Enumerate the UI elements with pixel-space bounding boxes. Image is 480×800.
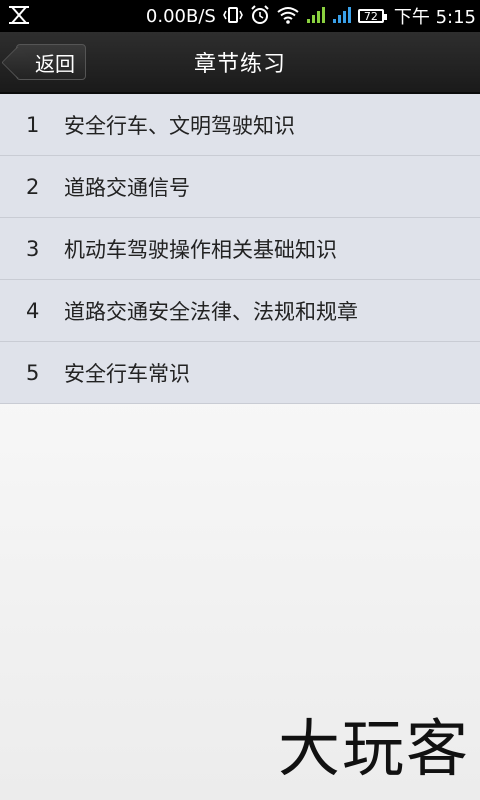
signal-icon-1 xyxy=(306,6,326,27)
signal-icon-2 xyxy=(332,6,352,27)
chapter-item-5[interactable]: 5 安全行车常识 xyxy=(0,342,480,404)
chapter-title: 安全行车常识 xyxy=(64,361,190,386)
watermark-logo: 大玩客 xyxy=(277,712,470,785)
chapter-item-3[interactable]: 3 机动车驾驶操作相关基础知识 xyxy=(0,218,480,280)
chapter-title: 道路交通信号 xyxy=(64,175,190,200)
chapter-number: 3 xyxy=(26,236,40,261)
chapter-number: 1 xyxy=(26,112,40,137)
chapter-title: 机动车驾驶操作相关基础知识 xyxy=(64,237,337,262)
app-notification-icon xyxy=(8,5,30,27)
chapter-item-2[interactable]: 2 道路交通信号 xyxy=(0,156,480,218)
chapter-number: 5 xyxy=(26,360,40,385)
chapter-list: 1 安全行车、文明驾驶知识 2 道路交通信号 3 机动车驾驶操作相关基础知识 4… xyxy=(0,94,480,404)
vibrate-icon xyxy=(222,6,244,27)
chapter-title: 安全行车、文明驾驶知识 xyxy=(64,113,295,138)
chapter-number: 4 xyxy=(26,298,40,323)
chapter-item-4[interactable]: 4 道路交通安全法律、法规和规章 xyxy=(0,280,480,342)
clock: 下午 5:15 xyxy=(393,7,476,28)
network-speed: 0.00B/S xyxy=(145,5,216,27)
status-bar: 0.00B/S 72 下午 5:15 xyxy=(0,0,480,32)
back-button[interactable]: 返回 xyxy=(16,44,86,80)
battery-icon: 72 xyxy=(357,9,387,23)
alarm-icon xyxy=(250,4,270,28)
chapter-number: 2 xyxy=(26,174,40,199)
header-bar: 返回 章节练习 xyxy=(0,32,480,94)
page-title: 章节练习 xyxy=(193,52,286,77)
chapter-title: 道路交通安全法律、法规和规章 xyxy=(64,299,358,324)
chapter-item-1[interactable]: 1 安全行车、文明驾驶知识 xyxy=(0,94,480,156)
back-button-label: 返回 xyxy=(35,51,75,76)
wifi-icon xyxy=(276,6,300,27)
